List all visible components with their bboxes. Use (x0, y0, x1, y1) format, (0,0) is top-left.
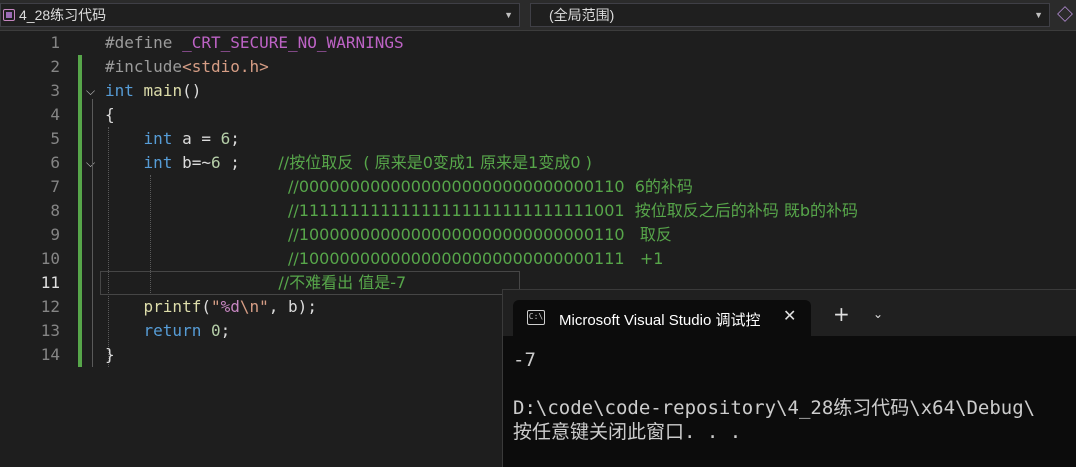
code-token: b=~ (172, 153, 211, 172)
line-number: 10 (40, 249, 60, 268)
code-token: main (143, 81, 183, 100)
terminal-output-line: D:\code\code-repository\4_28练习代码\x64\Deb… (513, 397, 1036, 419)
code-token: //不难看出 值是-7 (278, 273, 407, 292)
code-token: } (105, 345, 115, 364)
code-token: //11111111111111111111111111111001 按位取反之… (288, 201, 858, 220)
code-token: return (143, 321, 202, 340)
line-number: 6 (50, 153, 60, 172)
line-number: 13 (40, 321, 60, 340)
terminal-tab-title: Microsoft Visual Studio 调试控 (559, 312, 761, 329)
code-line: //11111111111111111111111111111001 按位取反之… (105, 199, 858, 223)
file-dropdown[interactable]: 4_28练习代码 ▼ (0, 3, 520, 27)
code-token: //10000000000000000000000000000111 +1 (288, 249, 664, 268)
debug-console-window[interactable]: C:\ Microsoft Visual Studio 调试控 ✕ + ⌄ -7… (502, 289, 1076, 467)
terminal-output-line: 按任意键关闭此窗口. . . (513, 421, 742, 443)
code-token: { (105, 105, 115, 124)
line-number: 11 (40, 273, 60, 292)
new-tab-button[interactable]: + (833, 304, 850, 324)
code-token: a = (172, 129, 221, 148)
code-line: #include<stdio.h> (105, 55, 269, 79)
code-token: int (143, 129, 173, 148)
close-icon[interactable]: ✕ (783, 306, 796, 325)
scope-dropdown[interactable]: (全局范围) ▼ (530, 3, 1050, 27)
line-number: 1 (50, 33, 60, 52)
code-line: { (105, 103, 115, 127)
code-line: int main() (105, 79, 201, 103)
chevron-down-icon: ▼ (504, 10, 513, 20)
code-token: printf (143, 297, 202, 316)
code-token: <stdio.h> (182, 57, 269, 76)
code-token: ; (230, 129, 240, 148)
code-line: int b=~6 ; //按位取反 ( 原来是0变成1 原来是1变成0 ) (105, 151, 592, 175)
code-line: } (105, 343, 115, 367)
code-token: int (105, 81, 134, 100)
line-number: 7 (50, 177, 60, 196)
code-token: 0 (210, 321, 221, 340)
chevron-down-icon: ▼ (1034, 10, 1043, 20)
terminal-tab-bar: C:\ Microsoft Visual Studio 调试控 ✕ + ⌄ (503, 290, 1076, 336)
line-number: 3 (50, 81, 60, 100)
code-token: //按位取反 ( 原来是0变成1 原来是1变成0 ) (278, 153, 592, 172)
line-number: 4 (50, 105, 60, 124)
line-number: 2 (50, 57, 60, 76)
code-line: //00000000000000000000000000000110 6的补码 (105, 175, 693, 199)
code-token: \n" (239, 297, 269, 316)
code-token: 6 (220, 129, 231, 148)
terminal-output-line: -7 (513, 349, 536, 371)
terminal-tab[interactable]: C:\ Microsoft Visual Studio 调试控 ✕ (513, 300, 811, 336)
code-line: int a = 6; (105, 127, 240, 151)
code-line: //10000000000000000000000000000110 取反 (105, 223, 672, 247)
line-number: 9 (50, 225, 60, 244)
line-number: 12 (40, 297, 60, 316)
cube-icon[interactable] (1057, 6, 1073, 22)
code-token: //00000000000000000000000000000110 6的补码 (288, 177, 693, 196)
chevron-down-icon[interactable]: ⌄ (873, 307, 883, 321)
code-token: _CRT_SECURE_NO_WARNINGS (182, 33, 404, 52)
navigation-bar: 4_28练习代码 ▼ (全局范围) ▼ (0, 0, 1076, 31)
code-line: //10000000000000000000000000000111 +1 (105, 247, 663, 271)
code-line: //不难看出 值是-7 (105, 271, 406, 295)
code-token: int (143, 153, 173, 172)
code-token: , b); (268, 297, 317, 316)
code-token: #define (105, 33, 183, 52)
code-token: ; (220, 153, 279, 172)
code-token: #include (105, 57, 183, 76)
file-dropdown-label: 4_28练习代码 (19, 7, 107, 23)
code-line: return 0; (105, 319, 231, 343)
code-token: () (182, 81, 202, 100)
change-indicator-bar (78, 55, 82, 367)
code-token: ( (201, 297, 211, 316)
line-number: 14 (40, 345, 60, 364)
code-line: #define _CRT_SECURE_NO_WARNINGS (105, 31, 404, 55)
line-number: 5 (50, 129, 60, 148)
fold-region-line (92, 171, 93, 279)
line-number: 8 (50, 201, 60, 220)
code-token: ; (220, 321, 231, 340)
code-token: " (210, 297, 221, 316)
code-token: //10000000000000000000000000000110 取反 (288, 225, 672, 244)
code-token: %d (220, 297, 240, 316)
project-file-icon (3, 9, 15, 21)
code-line: printf("%d\n", b); (105, 295, 317, 319)
code-token: 6 (210, 153, 221, 172)
console-icon: C:\ (527, 310, 545, 325)
scope-dropdown-label: (全局范围) (549, 7, 615, 23)
